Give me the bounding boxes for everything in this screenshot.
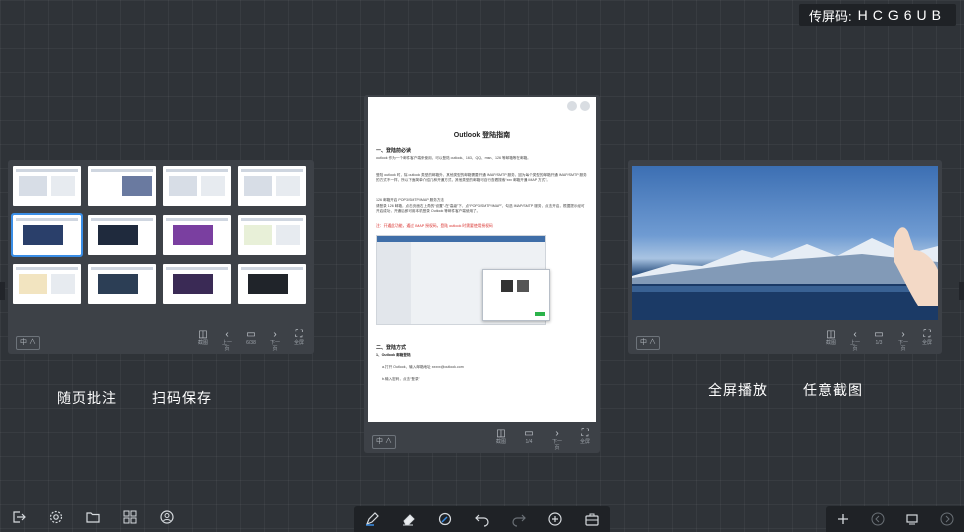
- section-heading-2: 二、登陆方式: [376, 345, 407, 351]
- cast-code-label: 传屏码:: [809, 8, 852, 24]
- language-tag[interactable]: 中 ∧: [636, 336, 660, 350]
- section-heading-1: 一、登陆前必读: [376, 148, 412, 154]
- page-counter[interactable]: ▭ 6/38: [244, 329, 258, 352]
- paragraph-3: 126 邮箱开启 POP3/SMTP/IMAP 服务方法: [376, 198, 445, 202]
- apps-icon[interactable]: [121, 508, 139, 526]
- caption-scan-save: 扫码保存: [152, 390, 212, 406]
- page-counter[interactable]: ▭ 1/4: [522, 428, 536, 451]
- doc-panel-tools: ◫ 截图 ▭ 1/4 › 下一页 ⛶ 全屏: [494, 428, 592, 451]
- next-page-icon[interactable]: [938, 510, 956, 528]
- slide-thumbnail[interactable]: [163, 166, 231, 206]
- next-page-button[interactable]: › 下一页: [896, 329, 910, 352]
- document-viewer-panel[interactable]: Outlook 登陆指南 一、登陆前必读 outlook 作为一个邮件客户端来使…: [364, 95, 600, 453]
- window-controls: [567, 101, 590, 111]
- caption-fullscreen: 全屏播放: [708, 382, 768, 398]
- slide-thumbnail[interactable]: [238, 166, 306, 206]
- slide-thumbnail[interactable]: [163, 215, 231, 255]
- language-tag[interactable]: 中 ∧: [16, 336, 40, 350]
- next-page-button[interactable]: › 下一页: [550, 428, 564, 451]
- screenshot-button[interactable]: ◫ 截图: [196, 329, 210, 352]
- folder-icon[interactable]: [84, 508, 102, 526]
- image-panel-footer: 中 ∧ ◫ 截图 ‹ 上一页 ▭ 1/3 › 下一页 ⛶ 全屏: [628, 329, 942, 354]
- caption-annotate: 随页批注: [57, 390, 117, 406]
- step-1: a.打开 Outlook，输入邮箱地址 xxxxx@outlook.com: [382, 365, 464, 369]
- slide-thumbnail[interactable]: [238, 264, 306, 304]
- exit-icon[interactable]: [10, 508, 28, 526]
- slide-thumbnail-selected[interactable]: [11, 213, 83, 257]
- slide-thumbnails-panel[interactable]: 中 ∧ ◫ 截图 ‹ 上一页 ▭ 6/38 › 下一页 ⛶ 全屏: [8, 160, 314, 354]
- paragraph-1: outlook 作为一个邮件客户端来使用，可以登陆 outlook、163、QQ…: [376, 156, 531, 160]
- screenshot-button[interactable]: ◫ 截图: [824, 329, 838, 352]
- fullscreen-button[interactable]: ⛶ 全屏: [920, 329, 934, 352]
- embedded-dialog-image: [482, 269, 550, 321]
- minimize-button[interactable]: [567, 101, 577, 111]
- close-button[interactable]: [580, 101, 590, 111]
- add-page-icon[interactable]: [834, 510, 852, 528]
- language-tag[interactable]: 中 ∧: [372, 435, 396, 449]
- prev-page-icon[interactable]: [869, 510, 887, 528]
- user-icon[interactable]: [158, 508, 176, 526]
- slide-thumbnail[interactable]: [238, 215, 306, 255]
- prev-page-button[interactable]: ‹ 上一页: [220, 329, 234, 352]
- settings-icon[interactable]: [47, 508, 65, 526]
- cast-code-badge: 传屏码: HCG6UB: [799, 4, 956, 26]
- toolbox-icon[interactable]: [583, 510, 601, 528]
- screenshot-button[interactable]: ◫ 截图: [494, 428, 508, 451]
- mountain-landscape-image: [632, 166, 938, 320]
- red-note: 注：开通此功能，通过 IMAP 授权码，登陆 outlook 时需要使用授权码: [376, 224, 493, 228]
- prev-page-button[interactable]: ‹ 上一页: [848, 329, 862, 352]
- left-panel-tools: ◫ 截图 ‹ 上一页 ▭ 6/38 › 下一页 ⛶ 全屏: [196, 329, 306, 352]
- image-viewer-panel[interactable]: 中 ∧ ◫ 截图 ‹ 上一页 ▭ 1/3 › 下一页 ⛶ 全屏: [628, 160, 942, 354]
- caption-screenshot: 任意截图: [803, 382, 863, 398]
- cast-code-value: HCG6UB: [857, 7, 946, 23]
- redo-icon[interactable]: [510, 510, 528, 528]
- slide-thumbnail[interactable]: [13, 166, 81, 206]
- bottom-left-toolbar: [10, 508, 176, 526]
- document-title: Outlook 登陆指南: [453, 132, 511, 139]
- slide-thumbnail[interactable]: [13, 264, 81, 304]
- pages-icon[interactable]: [903, 510, 921, 528]
- right-edge-handle[interactable]: [959, 282, 964, 300]
- step-2: b.输入密码，点击“登录”: [382, 377, 420, 381]
- undo-icon[interactable]: [473, 510, 491, 528]
- page-counter[interactable]: ▭ 1/3: [872, 329, 886, 352]
- slide-thumbnail[interactable]: [88, 166, 156, 206]
- doc-panel-footer: 中 ∧ ◫ 截图 ▭ 1/4 › 下一页 ⛶ 全屏: [364, 428, 600, 453]
- page-toolbar: [826, 506, 964, 532]
- document-page[interactable]: Outlook 登陆指南 一、登陆前必读 outlook 作为一个邮件客户端来使…: [368, 97, 596, 422]
- slide-thumbnail[interactable]: [163, 264, 231, 304]
- paragraph-2: 登陆 outlook 时，除 outlook 类型的邮箱外，其他类型的邮箱需要开…: [376, 173, 587, 182]
- pen-icon[interactable]: [363, 510, 381, 528]
- left-edge-handle[interactable]: [0, 282, 5, 300]
- eraser-icon[interactable]: [400, 510, 418, 528]
- paragraph-4: 请登录 126 邮箱，点击页面右上角的“设置”-在“高级”下，点“POP3/SM…: [376, 204, 585, 213]
- left-panel-footer: 中 ∧ ◫ 截图 ‹ 上一页 ▭ 6/38 › 下一页 ⛶ 全屏: [8, 329, 314, 354]
- slide-thumbnail[interactable]: [88, 215, 156, 255]
- add-icon[interactable]: [546, 510, 564, 528]
- highlighter-icon[interactable]: [436, 510, 454, 528]
- drawing-toolbar: [354, 506, 610, 532]
- fullscreen-button[interactable]: ⛶ 全屏: [578, 428, 592, 451]
- slide-thumbnail[interactable]: [88, 264, 156, 304]
- next-page-button[interactable]: › 下一页: [268, 329, 282, 352]
- image-panel-tools: ◫ 截图 ‹ 上一页 ▭ 1/3 › 下一页 ⛶ 全屏: [824, 329, 934, 352]
- fullscreen-button[interactable]: ⛶ 全屏: [292, 329, 306, 352]
- subsection-heading: 1、Outlook 邮箱登陆: [376, 353, 411, 357]
- thumbnail-grid: [11, 166, 309, 304]
